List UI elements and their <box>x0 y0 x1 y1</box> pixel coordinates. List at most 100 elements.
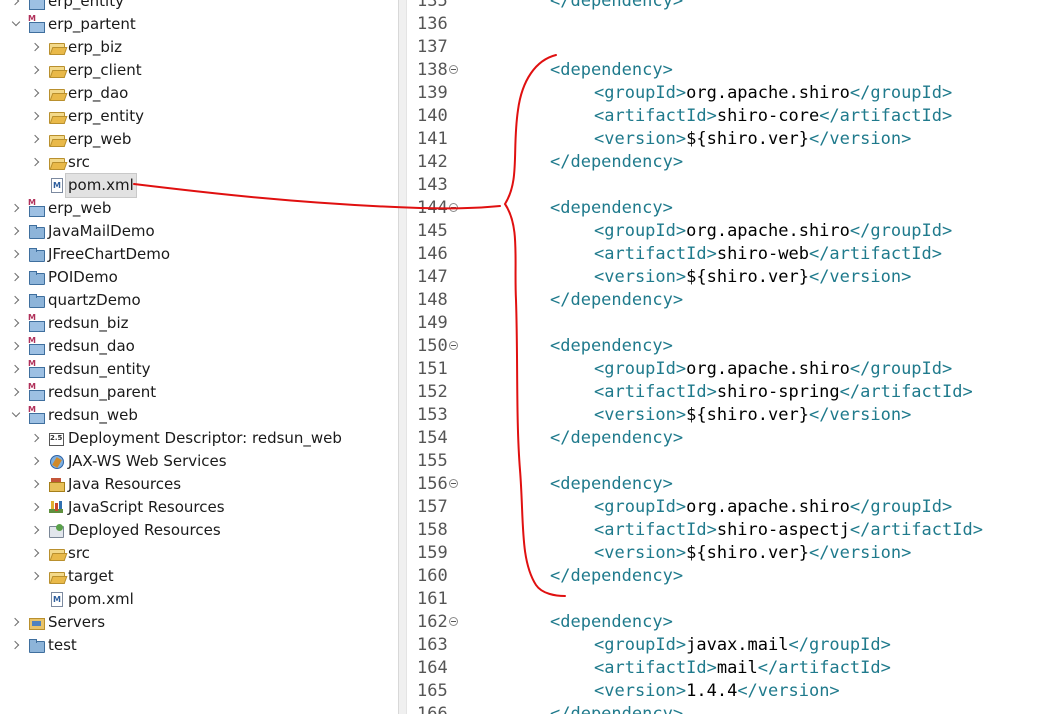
chevron-right-icon[interactable] <box>10 289 22 312</box>
code-line[interactable]: 163 <groupId>javax.mail</groupId> <box>407 634 1060 657</box>
fold-collapse-icon[interactable] <box>449 617 458 626</box>
tree-item[interactable]: erp_partent <box>0 13 398 36</box>
tree-item[interactable]: Java Resources <box>0 473 398 496</box>
code-line[interactable]: 138 <dependency> <box>407 59 1060 82</box>
tree-item[interactable]: redsun_biz <box>0 312 398 335</box>
tree-item[interactable]: erp_client <box>0 59 398 82</box>
chevron-right-icon[interactable] <box>10 611 22 634</box>
code-line[interactable]: 139 <groupId>org.apache.shiro</groupId> <box>407 82 1060 105</box>
code-line[interactable]: 161 <box>407 588 1060 611</box>
tree-item[interactable]: POIDemo <box>0 266 398 289</box>
tree-item[interactable]: src <box>0 151 398 174</box>
code-line[interactable]: 157 <groupId>org.apache.shiro</groupId> <box>407 496 1060 519</box>
chevron-right-icon[interactable] <box>30 128 42 151</box>
code-line[interactable]: 154 </dependency> <box>407 427 1060 450</box>
code-line[interactable]: 158 <artifactId>shiro-aspectj</artifactId… <box>407 519 1060 542</box>
pane-splitter[interactable] <box>398 0 407 714</box>
chevron-right-icon[interactable] <box>10 220 22 243</box>
code-line[interactable]: 137 <box>407 36 1060 59</box>
tree-item[interactable]: erp_entity <box>0 0 398 13</box>
code-line[interactable]: 142 </dependency> <box>407 151 1060 174</box>
code-line[interactable]: 148 </dependency> <box>407 289 1060 312</box>
code-line[interactable]: 147 <version>${shiro.ver}</version> <box>407 266 1060 289</box>
xml-editor[interactable]: 135 </dependency> 136 137 138 <dependency> 139… <box>407 0 1060 714</box>
chevron-right-icon[interactable] <box>30 496 42 519</box>
chevron-right-icon[interactable] <box>10 358 22 381</box>
code-content: <artifactId>mail</artifactId> <box>594 657 891 680</box>
chevron-right-icon[interactable] <box>30 542 42 565</box>
tree-item-label: JAX-WS Web Services <box>68 452 227 470</box>
code-line[interactable]: 140 <artifactId>shiro-core</artifactId> <box>407 105 1060 128</box>
tree-item[interactable]: target <box>0 565 398 588</box>
code-line[interactable]: 136 <box>407 13 1060 36</box>
code-line[interactable]: 153 <version>${shiro.ver}</version> <box>407 404 1060 427</box>
project-explorer: erp_entityerp_partenterp_bizerp_clienter… <box>0 0 398 714</box>
code-line[interactable]: 164 <artifactId>mail</artifactId> <box>407 657 1060 680</box>
tree-item[interactable]: erp_entity <box>0 105 398 128</box>
tree-item[interactable]: JFreeChartDemo <box>0 243 398 266</box>
chevron-down-icon[interactable] <box>10 13 22 36</box>
code-line[interactable]: 166 </dependency> <box>407 703 1060 714</box>
tree-item[interactable]: Deployed Resources <box>0 519 398 542</box>
chevron-right-icon[interactable] <box>30 565 42 588</box>
chevron-right-icon[interactable] <box>30 473 42 496</box>
code-line[interactable]: 135 </dependency> <box>407 0 1060 13</box>
chevron-right-icon[interactable] <box>10 312 22 335</box>
code-line[interactable]: 155 <box>407 450 1060 473</box>
tree-item[interactable]: quartzDemo <box>0 289 398 312</box>
code-line[interactable]: 156 <dependency> <box>407 473 1060 496</box>
tree-item[interactable]: redsun_parent <box>0 381 398 404</box>
tree-item[interactable]: pom.xml <box>0 173 398 198</box>
code-line[interactable]: 141 <version>${shiro.ver}</version> <box>407 128 1060 151</box>
fold-collapse-icon[interactable] <box>449 341 458 350</box>
code-line[interactable]: 162 <dependency> <box>407 611 1060 634</box>
code-line[interactable]: 152 <artifactId>shiro-spring</artifactId> <box>407 381 1060 404</box>
code-line[interactable]: 160 </dependency> <box>407 565 1060 588</box>
tree-item[interactable]: redsun_entity <box>0 358 398 381</box>
tree-item[interactable]: redsun_web <box>0 404 398 427</box>
tree-item[interactable]: pom.xml <box>0 588 398 611</box>
fold-collapse-icon[interactable] <box>449 479 458 488</box>
tree-item[interactable]: JavaMailDemo <box>0 220 398 243</box>
code-line[interactable]: 151 <groupId>org.apache.shiro</groupId> <box>407 358 1060 381</box>
tree-item[interactable]: erp_dao <box>0 82 398 105</box>
tree-item[interactable]: Deployment Descriptor: redsun_web <box>0 427 398 450</box>
tree-item[interactable]: JavaScript Resources <box>0 496 398 519</box>
chevron-right-icon[interactable] <box>10 0 22 13</box>
code-line[interactable]: 144 <dependency> <box>407 197 1060 220</box>
chevron-right-icon[interactable] <box>10 634 22 657</box>
tree-item[interactable]: test <box>0 634 398 657</box>
code-line[interactable]: 165 <version>1.4.4</version> <box>407 680 1060 703</box>
tree-item[interactable]: erp_web <box>0 128 398 151</box>
fold-collapse-icon[interactable] <box>449 65 458 74</box>
xml-tag: <dependency> <box>550 474 673 494</box>
code-line[interactable]: 150 <dependency> <box>407 335 1060 358</box>
tree-item[interactable]: redsun_dao <box>0 335 398 358</box>
xml-tag: </dependency> <box>550 152 684 172</box>
chevron-right-icon[interactable] <box>10 243 22 266</box>
tree-item[interactable]: src <box>0 542 398 565</box>
chevron-right-icon[interactable] <box>30 151 42 174</box>
code-line[interactable]: 143 <box>407 174 1060 197</box>
chevron-right-icon[interactable] <box>30 519 42 542</box>
fold-collapse-icon[interactable] <box>449 203 458 212</box>
chevron-right-icon[interactable] <box>30 450 42 473</box>
chevron-right-icon[interactable] <box>10 197 22 220</box>
chevron-right-icon[interactable] <box>30 82 42 105</box>
chevron-right-icon[interactable] <box>10 335 22 358</box>
chevron-right-icon[interactable] <box>30 105 42 128</box>
tree-item[interactable]: erp_web <box>0 197 398 220</box>
code-line[interactable]: 149 <box>407 312 1060 335</box>
code-line[interactable]: 146 <artifactId>shiro-web</artifactId> <box>407 243 1060 266</box>
tree-item[interactable]: erp_biz <box>0 36 398 59</box>
chevron-right-icon[interactable] <box>10 266 22 289</box>
chevron-right-icon[interactable] <box>10 381 22 404</box>
tree-item[interactable]: Servers <box>0 611 398 634</box>
chevron-right-icon[interactable] <box>30 427 42 450</box>
chevron-down-icon[interactable] <box>10 404 22 427</box>
code-line[interactable]: 145 <groupId>org.apache.shiro</groupId> <box>407 220 1060 243</box>
chevron-right-icon[interactable] <box>30 59 42 82</box>
chevron-right-icon[interactable] <box>30 36 42 59</box>
code-line[interactable]: 159 <version>${shiro.ver}</version> <box>407 542 1060 565</box>
tree-item[interactable]: JAX-WS Web Services <box>0 450 398 473</box>
